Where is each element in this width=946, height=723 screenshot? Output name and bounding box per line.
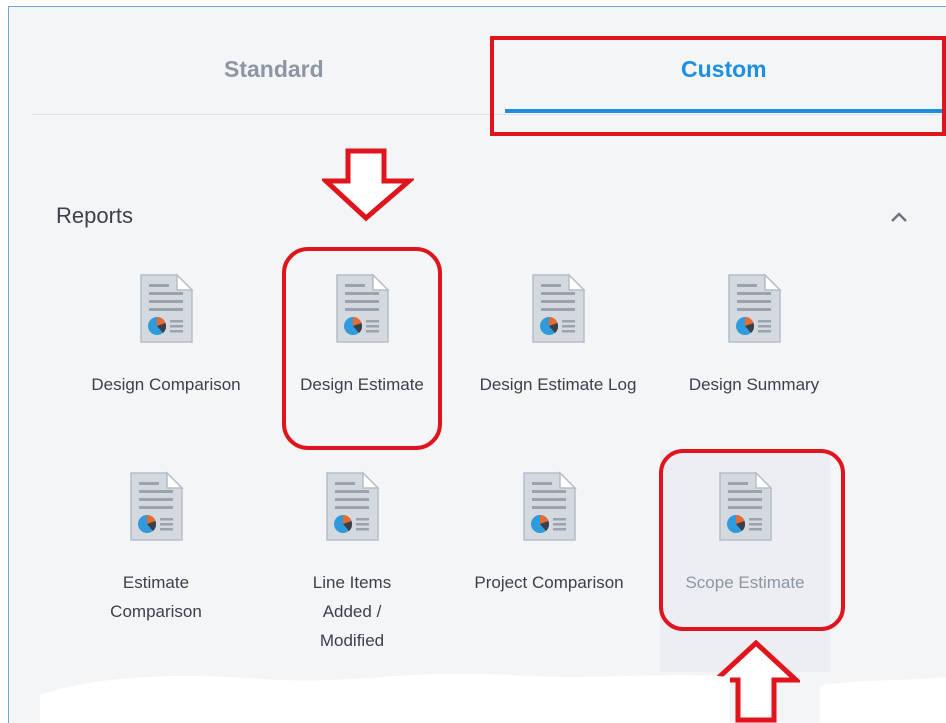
report-item-design-estimate-log[interactable]: Design Estimate Log (473, 272, 643, 399)
chevron-up-icon[interactable] (890, 210, 908, 224)
report-label: Project Comparison (474, 573, 624, 592)
section-title: Reports (56, 203, 134, 228)
report-item-design-summary[interactable]: Design Summary (669, 272, 839, 399)
report-label: Design Summary (688, 375, 820, 394)
report-document-icon (127, 470, 185, 542)
report-label: Estimate Comparison (110, 573, 202, 621)
report-label: Design Estimate Log (479, 375, 637, 394)
report-document-icon (520, 470, 578, 542)
annotation-box-scope-estimate (659, 449, 845, 631)
report-document-icon (323, 470, 381, 542)
tab-standard[interactable]: Standard (224, 56, 324, 83)
report-item-project-comparison[interactable]: Project Comparison (464, 470, 634, 597)
report-item-estimate-comparison[interactable]: Estimate Comparison (71, 470, 241, 626)
report-label: Line Items Added / Modified (312, 573, 392, 650)
annotation-box-custom-tab (490, 36, 946, 136)
report-document-icon (725, 272, 783, 344)
redaction-smear (40, 673, 946, 723)
report-document-icon (137, 272, 195, 344)
report-item-design-comparison[interactable]: Design Comparison (81, 272, 251, 399)
screenshot-stage: Standard Custom Reports Design Compariso… (0, 0, 946, 723)
annotation-box-design-estimate (282, 247, 442, 450)
report-item-line-items-added-modified[interactable]: Line Items Added / Modified (267, 470, 437, 655)
report-label: Design Comparison (91, 375, 241, 394)
report-document-icon (529, 272, 587, 344)
arrow-down-icon (322, 148, 414, 222)
